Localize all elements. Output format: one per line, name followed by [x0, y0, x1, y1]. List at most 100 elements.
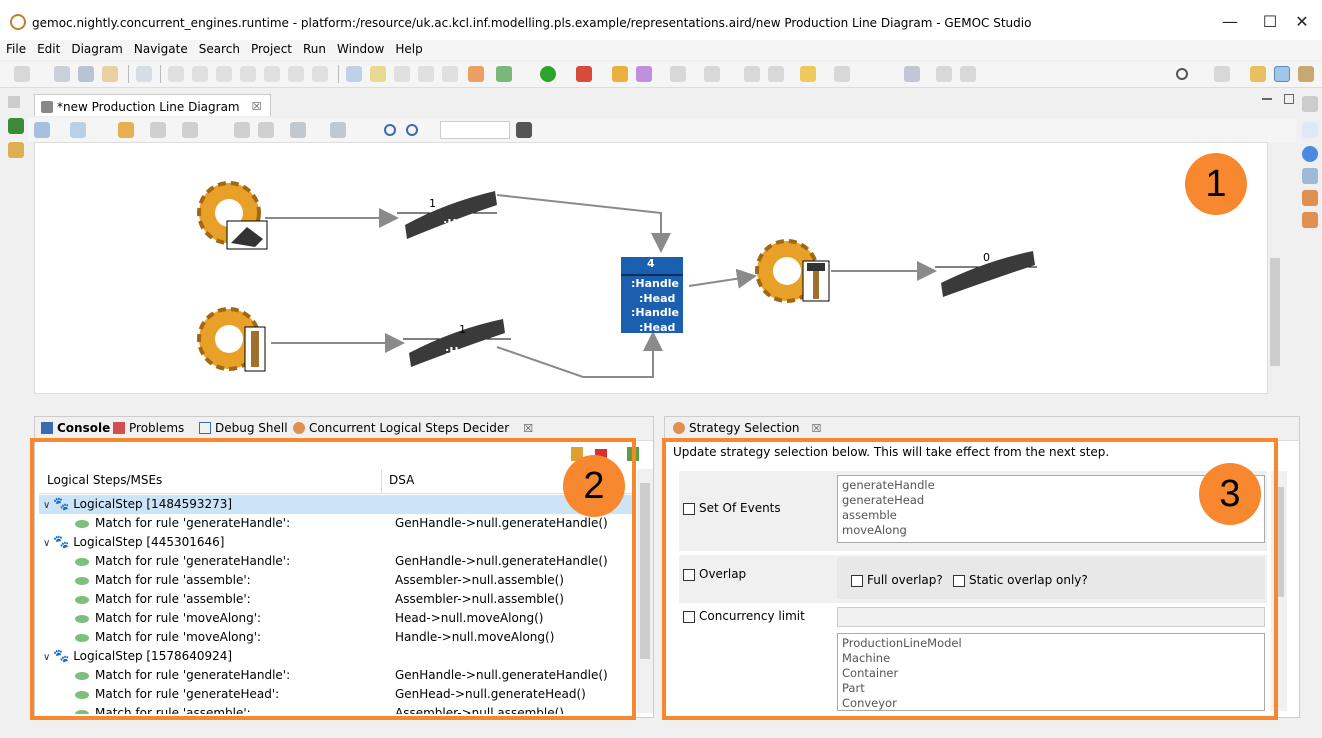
assembler-machine[interactable]: [755, 239, 830, 303]
menu-window[interactable]: Window: [331, 40, 389, 56]
perspective-icon[interactable]: [1214, 66, 1230, 82]
tab-close-icon[interactable]: ☒: [252, 100, 262, 113]
handle-generator-machine[interactable]: [197, 307, 266, 372]
gemoc-step-icon[interactable]: [370, 66, 386, 82]
export-icon[interactable]: [330, 122, 346, 138]
timeline-icon[interactable]: [1302, 190, 1318, 206]
diagram-horizontal-scrollbar[interactable]: [34, 394, 1282, 408]
debug-icon[interactable]: [102, 66, 118, 82]
zoom-out-icon[interactable]: [406, 124, 418, 136]
annotation-next-icon[interactable]: [670, 66, 686, 82]
menu-file[interactable]: File: [0, 40, 31, 56]
pin-icon[interactable]: [234, 122, 250, 138]
zoom-in-icon[interactable]: [384, 124, 396, 136]
handle-conveyor[interactable]: [403, 319, 511, 367]
maximize-editor-icon[interactable]: [1284, 94, 1294, 104]
tab-debug-shell[interactable]: Debug Shell: [199, 421, 288, 435]
menu-navigate[interactable]: Navigate: [128, 40, 193, 56]
back-arrow-icon[interactable]: [800, 66, 816, 82]
open-perspective-icon[interactable]: [904, 66, 920, 82]
step-return-icon[interactable]: [312, 66, 328, 82]
gemoc-engine-icon[interactable]: [8, 118, 24, 134]
tab-production-line-diagram[interactable]: *new Production Line Diagram ☒: [34, 94, 271, 116]
select-icon[interactable]: [70, 122, 86, 138]
tab-problems[interactable]: Problems: [113, 421, 184, 435]
refresh-icon[interactable]: [118, 122, 134, 138]
expressions-icon[interactable]: [1302, 168, 1318, 184]
search-icon[interactable]: [1176, 68, 1188, 80]
menu-edit[interactable]: Edit: [31, 40, 65, 56]
package-explorer-icon[interactable]: [8, 142, 24, 158]
debug-run-icon[interactable]: [496, 66, 512, 82]
arrange-icon[interactable]: [34, 122, 50, 138]
menu-help[interactable]: Help: [389, 40, 427, 56]
debug-perspective-icon[interactable]: [1274, 66, 1290, 82]
diagram-canvas[interactable]: 1 :Head 1 :Handle 4 :Handle :Head :Handl…: [34, 142, 1268, 394]
steps-vertical-scrollbar[interactable]: [637, 469, 653, 713]
skip-breakpoints-icon[interactable]: [136, 66, 152, 82]
annotation-prev-icon[interactable]: [704, 66, 720, 82]
handle-conveyor-label: :Handle: [445, 345, 493, 358]
callout-frame-3: [662, 438, 1278, 720]
filter-icon[interactable]: [150, 122, 166, 138]
run-icon[interactable]: [540, 66, 556, 82]
suspend-icon[interactable]: [192, 66, 208, 82]
save-all-icon[interactable]: [78, 66, 94, 82]
save-icon[interactable]: [54, 66, 70, 82]
copy-format-icon[interactable]: [258, 122, 274, 138]
edge-handle-container[interactable]: [496, 331, 663, 378]
strategy-icon: [673, 422, 685, 434]
new-java-project-icon[interactable]: [612, 66, 628, 82]
window-icon[interactable]: [960, 66, 976, 82]
restore-icon[interactable]: [8, 96, 20, 108]
step-back-icon[interactable]: [394, 66, 410, 82]
step-back-over-icon[interactable]: [418, 66, 434, 82]
external-tools-icon[interactable]: [576, 66, 592, 82]
menu-project[interactable]: Project: [245, 40, 297, 56]
camera-icon[interactable]: [516, 122, 532, 138]
layout-icon[interactable]: [936, 66, 952, 82]
sequential-step-icon[interactable]: [346, 66, 362, 82]
diagram-vertical-scrollbar[interactable]: [1268, 142, 1282, 394]
head-conveyor-count: 1: [429, 197, 436, 210]
sirius-icon[interactable]: [468, 66, 484, 82]
terminate-icon[interactable]: [216, 66, 232, 82]
tab-concurrent-logical-steps-decider[interactable]: Concurrent Logical Steps Decider ☒: [293, 421, 533, 435]
open-task-icon[interactable]: [636, 66, 652, 82]
new-icon[interactable]: [14, 66, 30, 82]
step-over-icon[interactable]: [288, 66, 304, 82]
layers-icon[interactable]: [182, 122, 198, 138]
main-toolbar: [0, 62, 1322, 88]
nav-next-icon[interactable]: [768, 66, 784, 82]
window-title: gemoc.nightly.concurrent_engines.runtime…: [32, 16, 1032, 30]
close-button[interactable]: ✕: [1282, 10, 1322, 34]
head-generator-machine[interactable]: [197, 181, 268, 250]
step-into-icon[interactable]: [264, 66, 280, 82]
tab-close-icon[interactable]: ☒: [523, 422, 533, 435]
disconnect-icon[interactable]: [240, 66, 256, 82]
resume-icon[interactable]: [168, 66, 184, 82]
event-manager-icon[interactable]: [1302, 212, 1318, 228]
debug-shell-icon: [199, 422, 211, 434]
edge-container-assembler[interactable]: [688, 268, 757, 289]
minimize-editor-icon[interactable]: [1262, 98, 1272, 100]
restore-right-icon[interactable]: [1302, 96, 1318, 112]
forward-arrow-icon[interactable]: [834, 66, 850, 82]
distribute-icon[interactable]: [290, 122, 306, 138]
breakpoints-icon[interactable]: [1302, 146, 1318, 162]
menu-search[interactable]: Search: [193, 40, 245, 56]
last-edit-icon[interactable]: [744, 66, 760, 82]
tab-close-icon[interactable]: ☒: [812, 422, 822, 435]
tab-strategy-selection[interactable]: Strategy Selection ☒: [673, 421, 821, 435]
menu-run[interactable]: Run: [297, 40, 331, 56]
variables-icon[interactable]: [1302, 122, 1318, 138]
java-perspective-icon[interactable]: [1250, 66, 1266, 82]
gemoc-perspective-icon[interactable]: [1298, 66, 1314, 82]
edge-head-container[interactable]: [496, 194, 671, 253]
minimize-button[interactable]: —: [1210, 10, 1250, 34]
tab-console[interactable]: Console: [41, 421, 110, 435]
menu-diagram[interactable]: Diagram: [65, 40, 128, 56]
head-conveyor[interactable]: [397, 191, 497, 239]
step-back-out-icon[interactable]: [442, 66, 458, 82]
zoom-combo[interactable]: [440, 121, 510, 139]
